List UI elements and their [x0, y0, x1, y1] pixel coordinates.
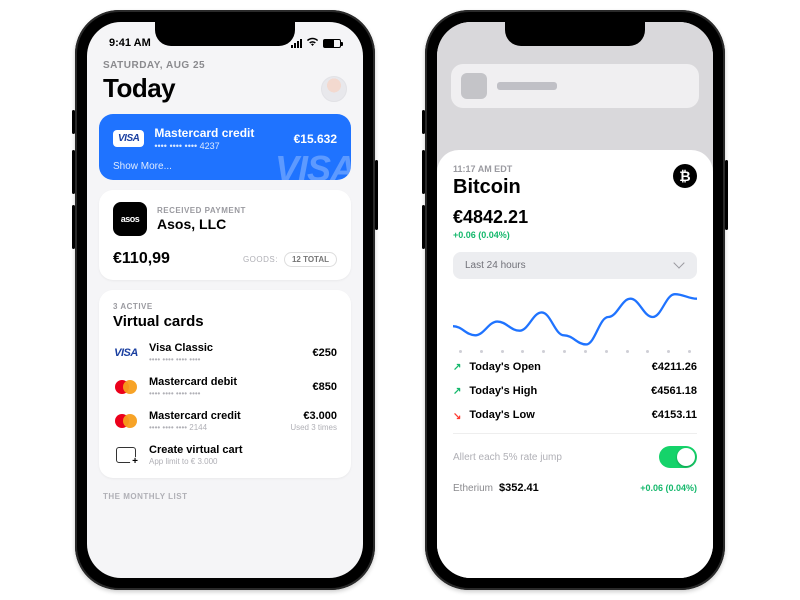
monthly-list-header: THE MONTHLY LIST — [99, 492, 351, 501]
device-notch — [505, 22, 645, 46]
alert-toggle[interactable] — [659, 446, 697, 468]
asset-price: €4842.21 — [453, 207, 697, 228]
wifi-icon — [306, 37, 319, 50]
arrow-up-icon: ↗ — [453, 386, 461, 397]
create-card-sub: App limit to € 3.000 — [149, 457, 337, 466]
arrow-down-icon: ↗ — [453, 410, 461, 421]
virtual-card-mask: •••• •••• •••• 2144 — [149, 423, 280, 432]
divider — [453, 433, 697, 434]
virtual-card-name: Mastercard credit — [149, 410, 280, 422]
page-title: Today — [103, 73, 175, 104]
asset-title: Bitcoin — [453, 176, 521, 199]
goods-label: GOODS: — [243, 255, 278, 264]
battery-icon — [323, 39, 341, 48]
received-payment-card[interactable]: asos RECEIVED PAYMENT Asos, LLC €110,99 … — [99, 190, 351, 280]
asset-delta: +0.06 (0.04%) — [453, 230, 697, 240]
featured-card-name: Mastercard credit — [154, 126, 283, 140]
mastercard-icon — [115, 380, 137, 394]
virtual-card-sub: Used 3 times — [290, 423, 337, 432]
create-virtual-card-button[interactable]: Create virtual cart App limit to € 3.000 — [113, 444, 337, 466]
virtual-cards-count: 3 ACTIVE — [113, 302, 337, 311]
featured-card-amount: €15.632 — [294, 132, 337, 146]
goods-count-pill: 12 TOTAL — [284, 252, 337, 267]
bitcoin-icon: ₿ — [673, 164, 697, 188]
stat-value: €4153.11 — [652, 409, 697, 421]
visa-badge-icon: VISA — [113, 130, 144, 147]
virtual-cards-section: 3 ACTIVE Virtual cards VISA Visa Classic… — [99, 290, 351, 478]
virtual-card-mask: •••• •••• •••• •••• — [149, 355, 303, 364]
virtual-card-amount: €3.000 — [290, 410, 337, 422]
alert-label: Allert each 5% rate jump — [453, 452, 562, 463]
stat-row-high: ↗ Today's High €4561.18 — [453, 385, 697, 397]
stat-label: Today's Open — [469, 361, 540, 373]
timeframe-select[interactable]: Last 24 hours — [453, 252, 697, 279]
device-notch — [155, 22, 295, 46]
eth-name: Etherium — [453, 483, 493, 494]
visa-icon: VISA — [114, 347, 138, 359]
payment-amount: €110,99 — [113, 250, 170, 268]
virtual-card-item[interactable]: Mastercard credit •••• •••• •••• 2144 €3… — [113, 410, 337, 432]
header-date: SATURDAY, AUG 25 — [99, 60, 351, 71]
create-card-title: Create virtual cart — [149, 444, 337, 456]
virtual-card-name: Visa Classic — [149, 342, 303, 354]
merchant-logo-icon: asos — [113, 202, 147, 236]
virtual-card-item[interactable]: Mastercard debit •••• •••• •••• •••• €85… — [113, 376, 337, 398]
stat-value: €4561.18 — [651, 385, 697, 397]
merchant-name: Asos, LLC — [157, 216, 246, 232]
signal-icon — [291, 39, 302, 48]
eth-price: $352.41 — [499, 482, 539, 494]
add-card-icon — [116, 447, 136, 463]
stat-row-open: ↗ Today's Open €4211.26 — [453, 361, 697, 373]
visa-watermark-icon: VISA — [275, 148, 351, 180]
featured-card[interactable]: VISA Mastercard credit •••• •••• •••• 42… — [99, 114, 351, 180]
virtual-cards-title: Virtual cards — [113, 313, 337, 330]
virtual-card-amount: €250 — [313, 347, 337, 359]
price-chart[interactable] — [453, 285, 697, 349]
stat-label: Today's High — [469, 385, 537, 397]
phone-frame-right: 11:17 AM EDT Bitcoin ₿ €4842.21 +0.06 (0… — [425, 10, 725, 590]
virtual-card-name: Mastercard debit — [149, 376, 303, 388]
eth-delta: +0.06 (0.04%) — [640, 483, 697, 493]
chevron-down-icon — [675, 261, 685, 271]
arrow-up-icon: ↗ — [453, 362, 461, 373]
stat-value: €4211.26 — [652, 361, 697, 373]
stat-label: Today's Low — [469, 409, 534, 421]
mastercard-icon — [115, 414, 137, 428]
stat-row-low: ↗ Today's Low €4153.11 — [453, 409, 697, 421]
avatar[interactable] — [321, 76, 347, 102]
status-time: 9:41 AM — [109, 37, 151, 49]
virtual-card-mask: •••• •••• •••• •••• — [149, 389, 303, 398]
virtual-card-item[interactable]: VISA Visa Classic •••• •••• •••• •••• €2… — [113, 342, 337, 364]
ethereum-row[interactable]: Etherium $352.41 +0.06 (0.04%) — [453, 482, 697, 494]
phone-frame-left: 9:41 AM SATURDAY, AUG 25 Today VISA — [75, 10, 375, 590]
virtual-card-amount: €850 — [313, 381, 337, 393]
featured-card-mask: •••• •••• •••• 4237 — [154, 141, 283, 151]
bottom-sheet: 11:17 AM EDT Bitcoin ₿ €4842.21 +0.06 (0… — [437, 150, 713, 578]
received-payment-label: RECEIVED PAYMENT — [157, 206, 246, 215]
timeframe-value: Last 24 hours — [465, 260, 526, 271]
sheet-timestamp: 11:17 AM EDT — [453, 164, 521, 174]
